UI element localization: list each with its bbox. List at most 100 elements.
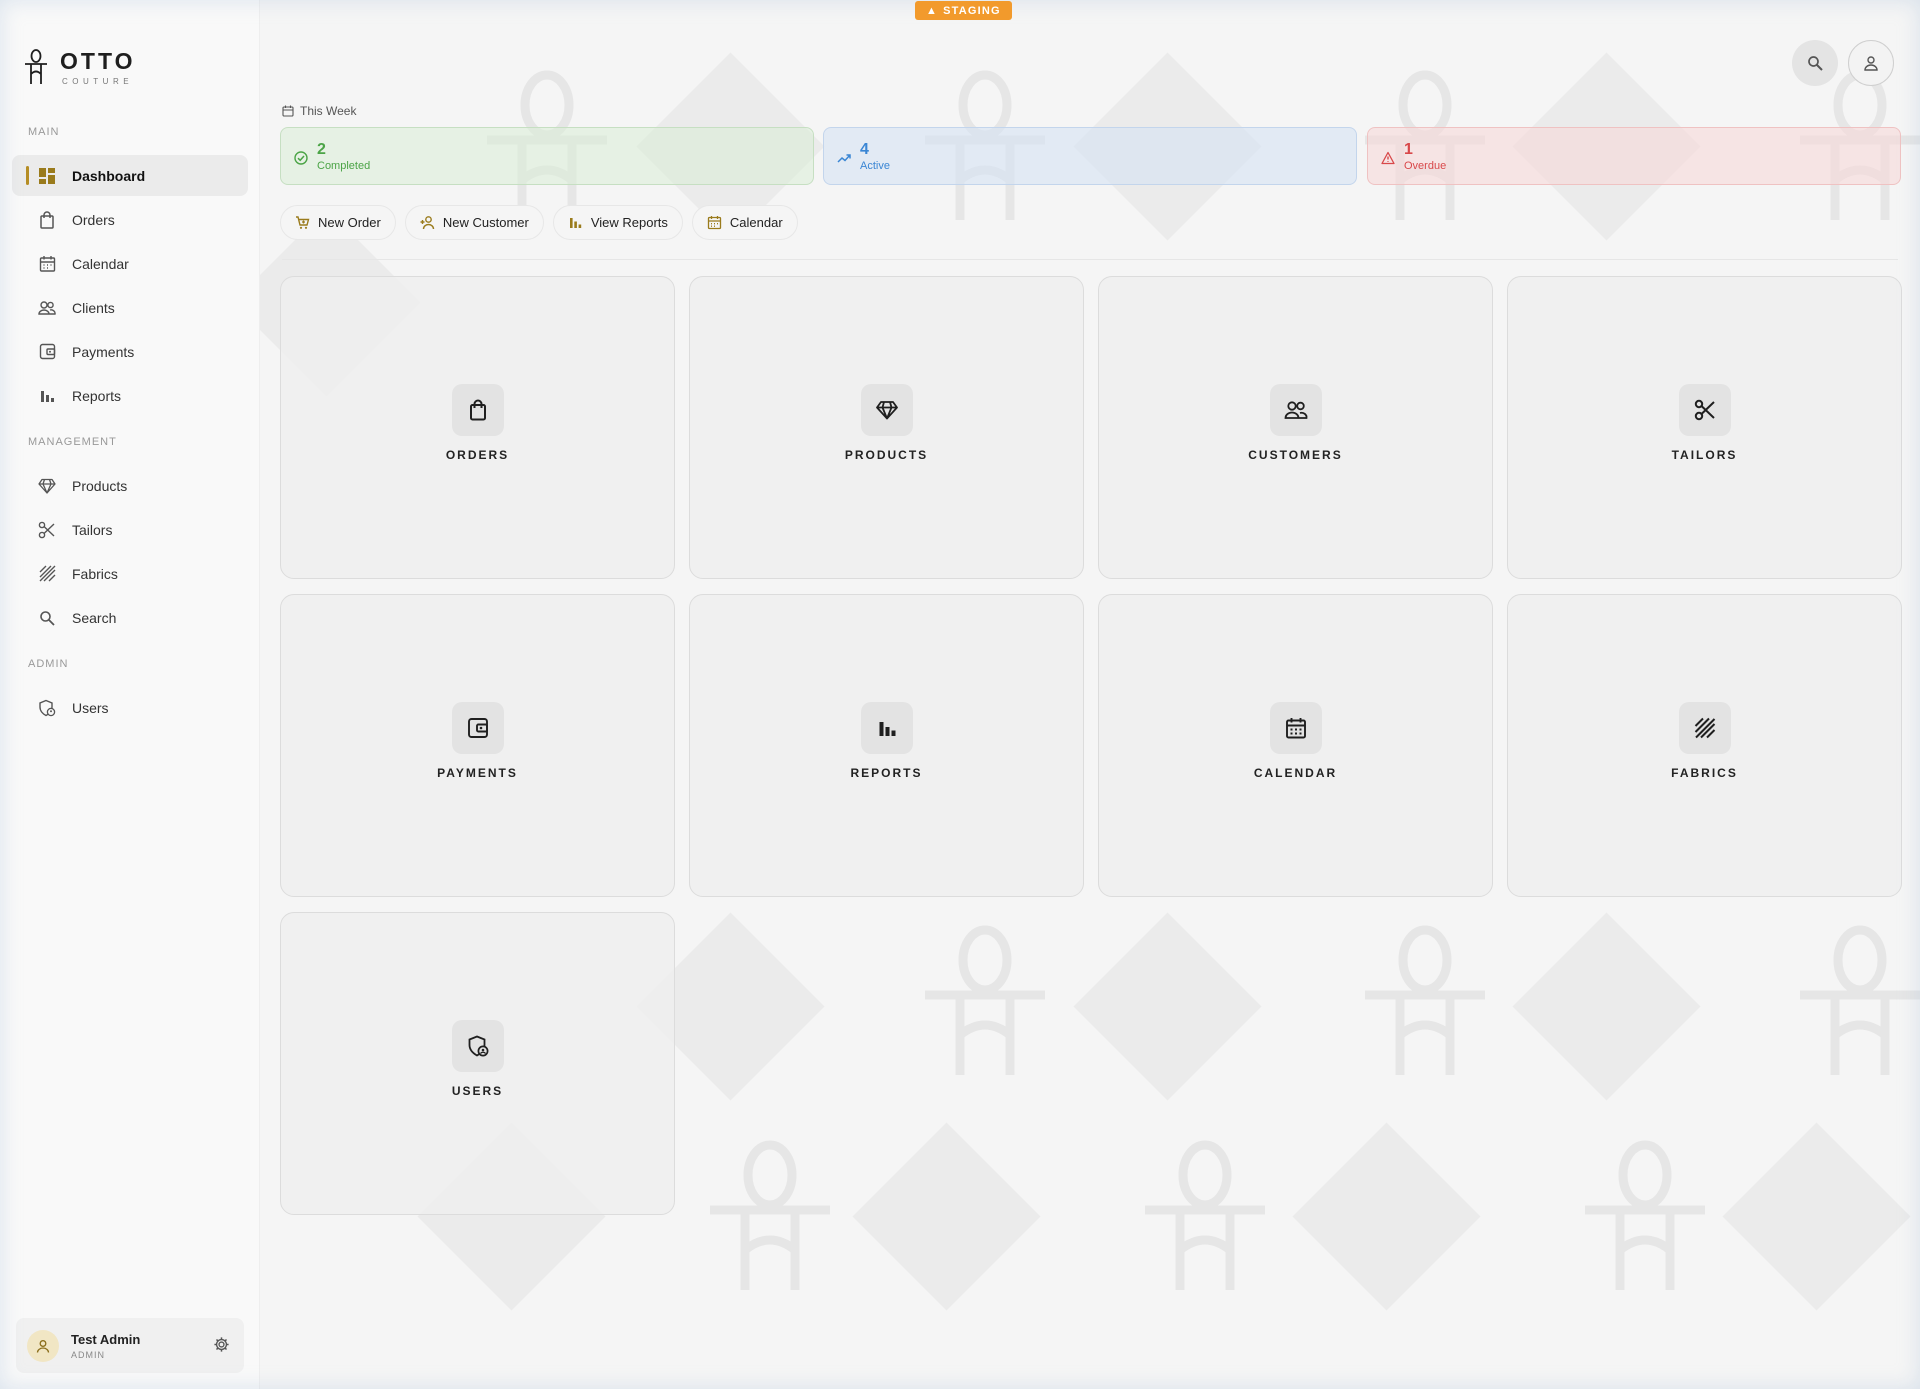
shield-user-icon [451, 1019, 504, 1072]
tile-users[interactable]: USERS [280, 912, 675, 1215]
rocket-icon: ▲ [926, 4, 939, 17]
tile-label: FABRICS [1671, 765, 1738, 780]
bar-chart-icon [38, 387, 56, 405]
new-customer-button[interactable]: New Customer [404, 205, 544, 240]
stat-active[interactable]: 4 Active [823, 127, 1357, 185]
user-icon [36, 1339, 50, 1353]
nav-section-main: MAIN Dashboard Orders Calendar Clients P… [0, 126, 260, 419]
shield-user-icon [38, 699, 56, 717]
sidebar-item-label: Calendar [72, 255, 129, 272]
new-order-button[interactable]: New Order [280, 205, 396, 240]
bar-chart-icon [568, 215, 583, 230]
calendar-icon [38, 255, 56, 273]
sidebar-item-label: Dashboard [72, 167, 146, 184]
staging-badge: ▲ STAGING [915, 1, 1012, 20]
global-search-button[interactable] [1792, 40, 1838, 86]
tile-payments[interactable]: PAYMENTS [280, 594, 675, 897]
tile-fabrics[interactable]: FABRICS [1507, 594, 1902, 897]
trending-up-icon [837, 154, 851, 163]
brand-logo[interactable]: OTTO COUTURE [22, 48, 135, 88]
sidebar-item-label: Tailors [72, 521, 113, 538]
search-icon [1808, 56, 1823, 71]
stat-overdue[interactable]: 1 Overdue [1367, 127, 1901, 185]
scissors-icon [38, 521, 56, 539]
shopping-bag-icon [451, 383, 504, 436]
stat-value: 1 [1404, 141, 1413, 158]
tile-tailors[interactable]: TAILORS [1507, 276, 1902, 579]
profile-button[interactable] [1848, 40, 1894, 86]
sidebar-item-label: Reports [72, 387, 122, 404]
stat-value: 4 [860, 141, 869, 158]
sidebar-item-tailors[interactable]: Tailors [12, 509, 248, 550]
dashboard-icon [38, 167, 56, 185]
sidebar-item-search[interactable]: Search [12, 597, 248, 638]
view-reports-button[interactable]: View Reports [552, 205, 683, 240]
tile-label: PRODUCTS [844, 447, 929, 462]
user-role: ADMIN [71, 1349, 105, 1360]
quick-actions: New Order New Customer View Reports Cale… [280, 205, 798, 240]
calendar-icon [1269, 701, 1322, 754]
tile-label: USERS [451, 1083, 504, 1098]
sidebar-item-label: Orders [72, 211, 115, 228]
tile-calendar[interactable]: CALENDAR [1098, 594, 1493, 897]
action-label: View Reports [590, 215, 668, 230]
divider [282, 259, 1898, 260]
tile-label: ORDERS [445, 447, 510, 462]
sidebar-item-label: Clients [72, 299, 115, 316]
user-icon [1864, 56, 1878, 71]
bar-chart-icon [860, 701, 913, 754]
diamond-icon [38, 477, 56, 495]
scissors-icon [1678, 383, 1731, 436]
calendar-icon [707, 215, 722, 230]
users-icon [1269, 383, 1322, 436]
tile-products[interactable]: PRODUCTS [689, 276, 1084, 579]
sidebar-item-products[interactable]: Products [12, 465, 248, 506]
nav-heading-admin: ADMIN [28, 658, 69, 670]
tile-label: CALENDAR [1253, 765, 1338, 780]
check-circle-icon [294, 151, 308, 165]
sidebar-item-fabrics[interactable]: Fabrics [12, 553, 248, 594]
nav-section-management: MANAGEMENT Products Tailors Fabrics Sear… [0, 436, 260, 641]
nav-heading-main: MAIN [28, 126, 60, 138]
user-plus-icon [420, 215, 435, 230]
tile-reports[interactable]: REPORTS [689, 594, 1084, 897]
staging-badge-label: STAGING [943, 4, 1001, 17]
brand-subtitle: COUTURE [62, 77, 134, 86]
sidebar-item-payments[interactable]: Payments [12, 331, 248, 372]
stat-completed[interactable]: 2 Completed [280, 127, 814, 185]
sidebar: OTTO COUTURE MAIN Dashboard Orders Calen… [0, 0, 260, 1389]
search-icon [38, 609, 56, 627]
sidebar-item-label: Fabrics [72, 565, 118, 582]
warning-icon [1381, 151, 1395, 165]
diamond-icon [860, 383, 913, 436]
week-label-text: This Week [300, 104, 357, 118]
calendar-button[interactable]: Calendar [691, 205, 798, 240]
calendar-icon [282, 105, 294, 117]
sidebar-item-label: Products [72, 477, 128, 494]
week-label: This Week [282, 104, 356, 118]
sidebar-item-calendar[interactable]: Calendar [12, 243, 248, 284]
user-name: Test Admin [71, 1331, 141, 1347]
sidebar-item-clients[interactable]: Clients [12, 287, 248, 328]
sidebar-item-users[interactable]: Users [12, 687, 248, 728]
tile-customers[interactable]: CUSTOMERS [1098, 276, 1493, 579]
tile-orders[interactable]: ORDERS [280, 276, 675, 579]
tile-label: CUSTOMERS [1248, 447, 1343, 462]
users-icon [38, 299, 56, 317]
sidebar-item-reports[interactable]: Reports [12, 375, 248, 416]
otto-logo-icon [25, 49, 47, 84]
action-label: Calendar [729, 215, 783, 230]
action-label: New Customer [442, 215, 529, 230]
nav-heading-management: MANAGEMENT [28, 436, 117, 448]
sidebar-item-orders[interactable]: Orders [12, 199, 248, 240]
sidebar-item-label: Users [72, 699, 109, 716]
user-card[interactable]: Test Admin ADMIN [16, 1318, 244, 1373]
sidebar-item-label: Payments [72, 343, 135, 360]
brand-title: OTTO [60, 48, 136, 74]
nav-section-admin: ADMIN Users [0, 658, 260, 731]
tile-label: REPORTS [850, 765, 923, 780]
gear-icon[interactable] [213, 1336, 230, 1353]
action-label: New Order [318, 215, 381, 230]
sidebar-item-dashboard[interactable]: Dashboard [12, 155, 248, 196]
stat-label: Completed [317, 160, 371, 172]
